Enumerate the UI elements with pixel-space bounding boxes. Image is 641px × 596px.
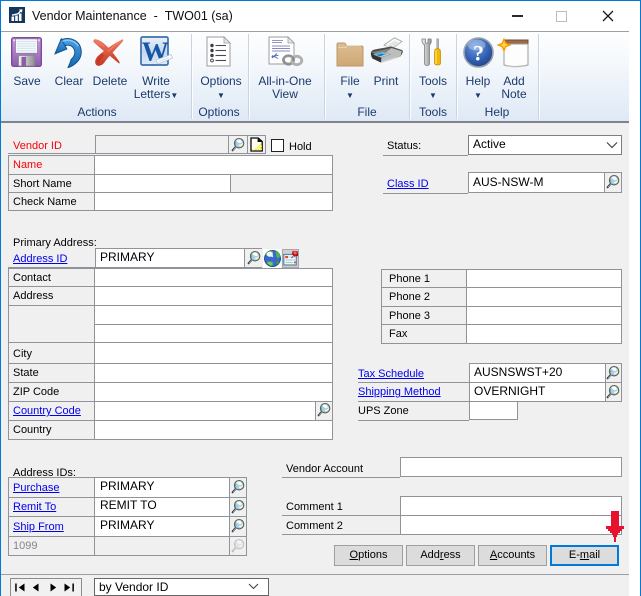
svg-text:?: ? bbox=[473, 41, 484, 66]
svg-text:W: W bbox=[142, 37, 169, 67]
